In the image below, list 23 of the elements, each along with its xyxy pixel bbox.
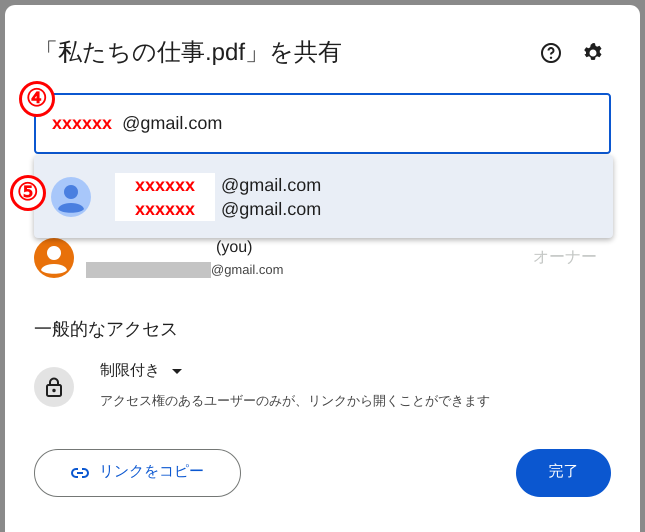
step-marker: ⑤ (10, 175, 46, 211)
owner-email: @gmail.com (211, 261, 284, 280)
redaction-mark: xxxxxx (115, 196, 215, 220)
suggestion-email: @gmail.com (220, 174, 322, 196)
caret-icon (172, 368, 182, 374)
owner-name: (you) (215, 238, 254, 258)
access-description: アクセス権のあるユーザーのみが、リンクから開くことができます (99, 392, 490, 410)
done-button[interactable]: 完了 (516, 448, 611, 496)
lock-icon (34, 367, 74, 407)
suggestion-email: @gmail.com (220, 198, 322, 220)
avatar (34, 238, 74, 278)
field-value: @gmail.com (122, 112, 222, 135)
redaction-mark: xxxxxx (52, 112, 112, 135)
help-icon[interactable] (539, 41, 563, 65)
link-icon (71, 468, 89, 478)
access-dropdown[interactable]: 制限付き (90, 357, 182, 385)
avatar (51, 176, 91, 216)
dialog-title: 「私たちの仕事.pdf」を共有 (34, 38, 344, 68)
section-heading: 一般的なアクセス (34, 318, 179, 341)
owner-role: オーナー (533, 248, 597, 268)
copy-link-button[interactable]: リンクをコピー (34, 448, 241, 496)
step-marker: ④ (19, 81, 55, 117)
redaction-mark: xxxxxx (115, 172, 215, 196)
